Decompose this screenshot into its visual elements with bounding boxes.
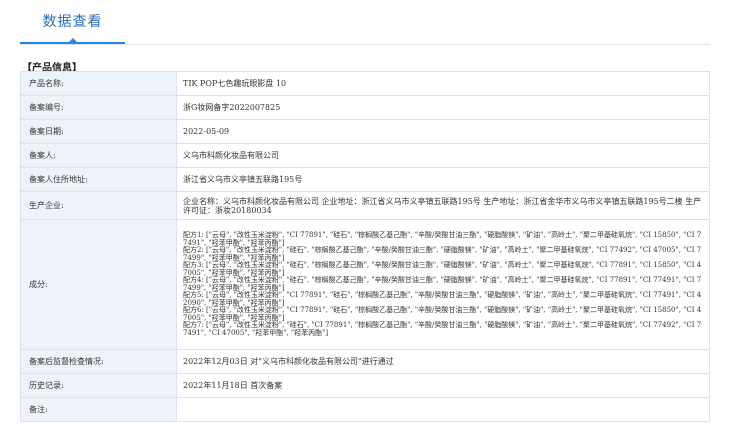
table-row: 备案人: 义乌市科颜化妆品有限公司: [20, 143, 710, 168]
table-row: 备案编号: 浙G妆网备字2022007825: [20, 95, 710, 120]
row-label: 备案人住所地址:: [20, 167, 177, 192]
table-row: 备案人住所地址: 浙江省义乌市义亭镇五联路195号: [20, 167, 710, 192]
row-label: 备案日期:: [20, 119, 177, 144]
row-label: 备案人:: [20, 143, 177, 168]
formula-item: 配方5: ["云母", "改性玉米淀粉", "CI 77891", "硅石", …: [183, 291, 702, 307]
formula-item: 配方7: ["云母", "改性玉米淀粉", "硅石", "CI 77891", …: [183, 321, 702, 337]
row-label: 产品名称:: [20, 71, 177, 96]
row-value: 2022年12月03日 对"义乌市科颜化妆品有限公司"进行通过: [176, 349, 710, 374]
row-value: 2022年11月18日 首次备案: [176, 373, 710, 398]
row-label: 生产企业:: [20, 191, 177, 220]
product-info-table: 产品名称: TIK POP七色趣玩眼影盘 10 备案编号: 浙G妆网备字2022…: [20, 71, 710, 422]
table-row: 生产企业: 企业名称：义乌市科颜化妆品有限公司 企业地址：浙江省义乌市义亭镇五联…: [20, 191, 710, 220]
ingredients-value: 配方1: ["云母", "改性玉米淀粉", "CI 77891", "硅石", …: [176, 219, 710, 350]
row-value: 企业名称：义乌市科颜化妆品有限公司 企业地址：浙江省义乌市义亭镇五联路195号 …: [176, 191, 710, 220]
row-label: 备注:: [20, 397, 177, 422]
formula-item: 配方4: ["云母", "改性玉米淀粉", "硅石", "棕榈酸乙基己酯", "…: [183, 276, 702, 292]
formula-item: 配方3: ["云母", "改性玉米淀粉", "硅石", "棕榈酸乙基己酯", "…: [183, 261, 702, 277]
table-row: 产品名称: TIK POP七色趣玩眼影盘 10: [20, 71, 710, 96]
table-row: 备注:: [20, 397, 710, 422]
row-label: 成分:: [20, 219, 177, 350]
row-value: 浙江省义乌市义亭镇五联路195号: [176, 167, 710, 192]
row-value: 浙G妆网备字2022007825: [176, 95, 710, 120]
formula-item: 配方6: ["云母", "改性玉米淀粉", "CI 77891", "硅石", …: [183, 306, 702, 322]
table-row: 历史记录: 2022年11月18日 首次备案: [20, 373, 710, 398]
row-value: 2022-05-09: [176, 119, 710, 144]
table-row: 备案后监督检查情况: 2022年12月03日 对"义乌市科颜化妆品有限公司"进行…: [20, 349, 710, 374]
tab-data-view-label: 数据查看: [42, 14, 103, 30]
table-row: 备案日期: 2022-05-09: [20, 119, 710, 144]
row-value: TIK POP七色趣玩眼影盘 10: [176, 71, 710, 96]
formula-item: 配方2: ["云母", "改性玉米淀粉", "硅石", "棕榈酸乙基己酯", "…: [183, 246, 702, 262]
row-value: [176, 397, 710, 422]
row-label: 备案编号:: [20, 95, 177, 120]
tab-active-indicator-icon: [68, 38, 78, 43]
tab-bar: 数据查看: [20, 0, 710, 45]
table-row-ingredients: 成分: 配方1: ["云母", "改性玉米淀粉", "CI 77891", "硅…: [20, 219, 710, 350]
formula-item: 配方1: ["云母", "改性玉米淀粉", "CI 77891", "硅石", …: [183, 231, 702, 247]
row-value: 义乌市科颜化妆品有限公司: [176, 143, 710, 168]
row-label: 备案后监督检查情况:: [20, 349, 177, 374]
row-label: 历史记录:: [20, 373, 177, 398]
